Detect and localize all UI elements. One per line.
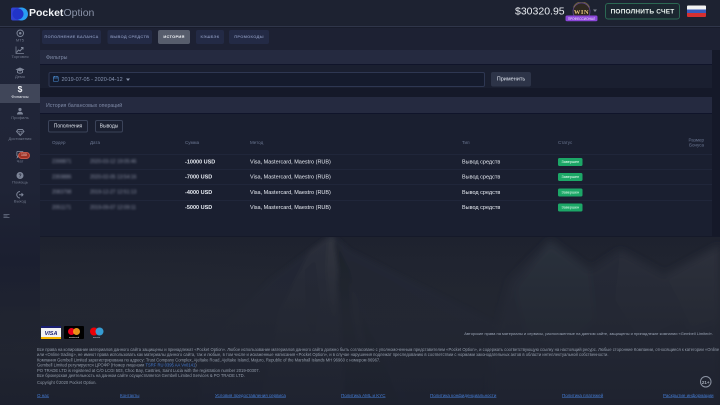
svg-text:?: ? (18, 173, 21, 179)
svg-text:ПРОФЕССИОНАЛ: ПРОФЕССИОНАЛ (568, 17, 595, 21)
svg-text:WIN: WIN (574, 9, 589, 16)
